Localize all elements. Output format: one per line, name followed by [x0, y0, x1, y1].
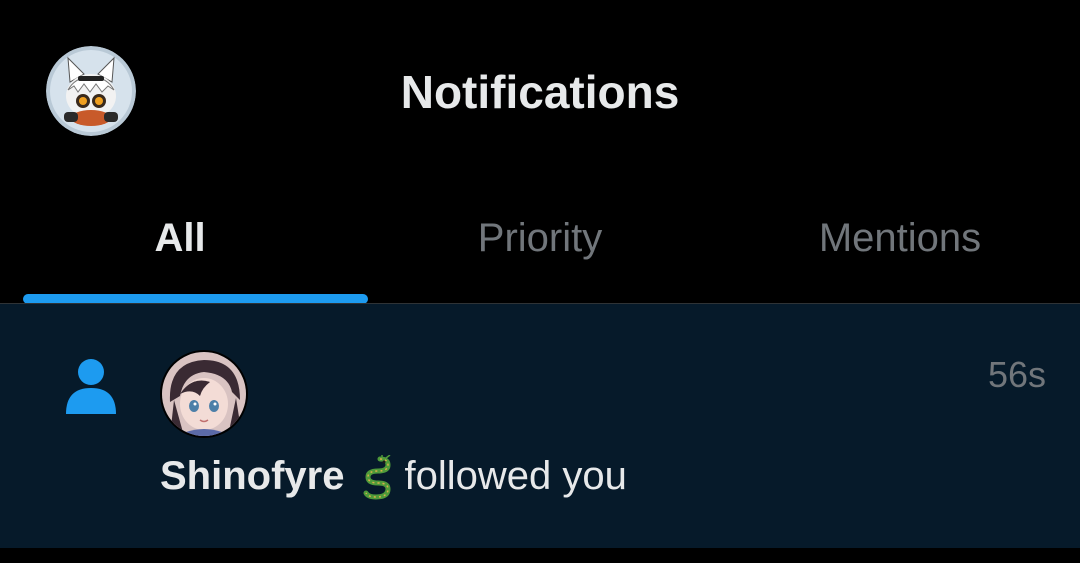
- follower-name[interactable]: Shinofyre: [160, 454, 344, 498]
- notification-tabs: All Priority Mentions: [0, 185, 1080, 304]
- person-follow-icon: [66, 359, 116, 414]
- follower-avatar[interactable]: [160, 350, 248, 438]
- tab-all[interactable]: All: [0, 185, 368, 304]
- notification-text: Shinofyre followed you: [160, 450, 627, 502]
- tab-mentions-label: Mentions: [818, 216, 982, 260]
- top-bar: Notifications: [0, 0, 1080, 185]
- tab-all-label: All: [154, 216, 206, 260]
- list-divider: [0, 548, 1080, 563]
- dragon-emoji-icon: [363, 455, 391, 500]
- page-title: Notifications: [400, 66, 680, 118]
- notification-timestamp: 56s: [987, 354, 1046, 395]
- follower-avatar-image: [162, 352, 246, 436]
- notification-item[interactable]: 56s Shinofyre followed you: [0, 304, 1080, 548]
- tab-priority-label: Priority: [477, 216, 603, 260]
- notification-action: followed you: [404, 454, 627, 498]
- tab-priority[interactable]: Priority: [360, 185, 720, 304]
- tab-mentions[interactable]: Mentions: [720, 185, 1080, 304]
